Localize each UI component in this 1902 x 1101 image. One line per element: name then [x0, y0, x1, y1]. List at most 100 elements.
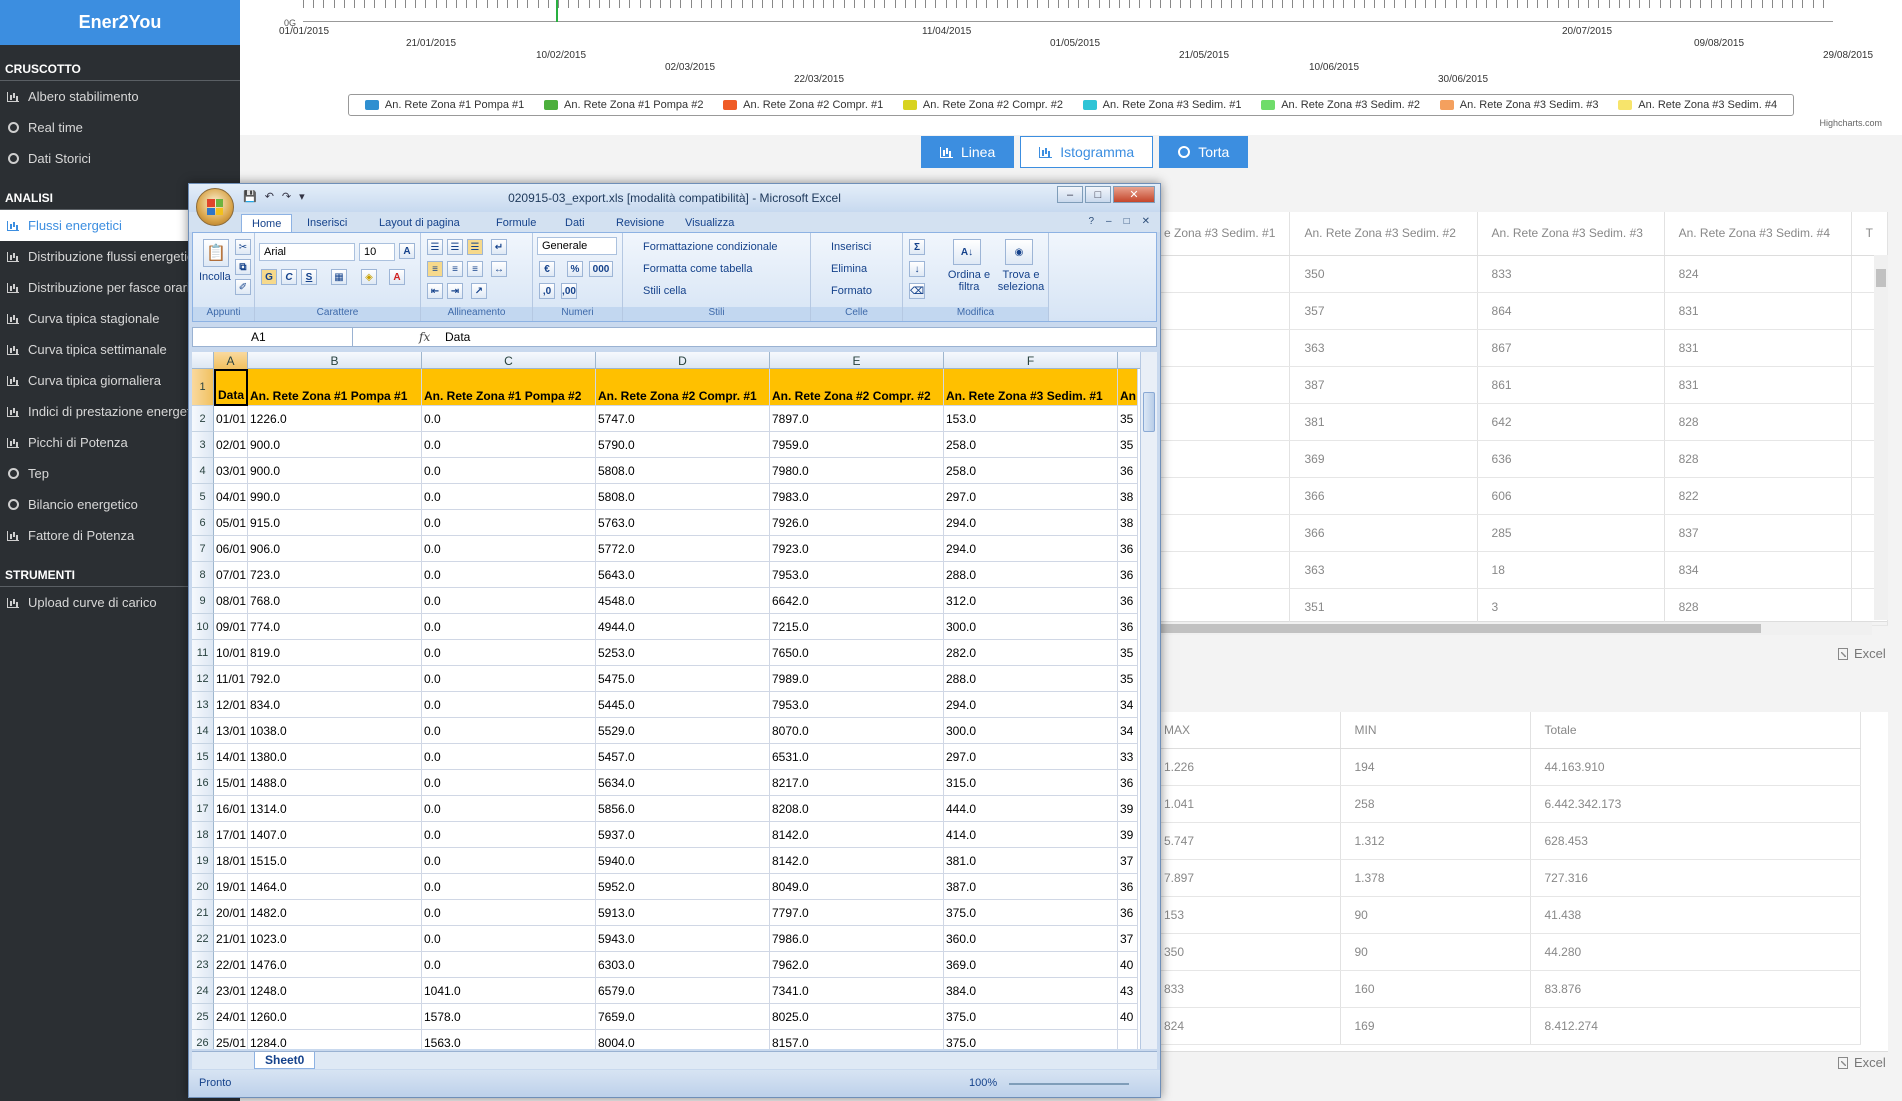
cell[interactable]: 7959.0 [770, 432, 944, 458]
cell[interactable]: 768.0 [248, 588, 422, 614]
italic-button[interactable]: C [281, 269, 297, 285]
cell[interactable]: 1226.0 [248, 406, 422, 432]
ribbon-tab[interactable]: Inserisci [307, 214, 347, 232]
ribbon-tab[interactable]: Revisione [616, 214, 664, 232]
cell[interactable]: 414.0 [944, 822, 1118, 848]
cell[interactable]: 6303.0 [596, 952, 770, 978]
cell[interactable]: 0.0 [422, 588, 596, 614]
cell[interactable]: 7650.0 [770, 640, 944, 666]
cell[interactable]: 11/01 [214, 666, 248, 692]
cell[interactable]: 10/01 [214, 640, 248, 666]
bold-button[interactable]: G [261, 269, 277, 285]
cell[interactable]: 04/01 [214, 484, 248, 510]
cell[interactable]: 40 [1118, 1004, 1138, 1030]
sidebar-item[interactable]: Albero stabilimento [0, 81, 240, 112]
scroll-thumb[interactable] [1143, 392, 1155, 432]
align-bottom-icon[interactable]: ☰ [467, 239, 483, 255]
cell[interactable]: 1488.0 [248, 770, 422, 796]
cell[interactable]: 5747.0 [596, 406, 770, 432]
row-header[interactable]: 5 [192, 484, 214, 510]
row-header[interactable]: 10 [192, 614, 214, 640]
cell[interactable]: 258.0 [944, 458, 1118, 484]
cell[interactable]: 0.0 [422, 952, 596, 978]
cell[interactable]: 0.0 [422, 692, 596, 718]
line-chart-button[interactable]: Linea [921, 136, 1015, 168]
cell[interactable]: 5457.0 [596, 744, 770, 770]
cell[interactable]: 5763.0 [596, 510, 770, 536]
decrease-decimal-icon[interactable]: ,00 [561, 283, 577, 299]
cell[interactable]: 02/01 [214, 432, 248, 458]
sheet-tab[interactable]: Sheet0 [254, 1052, 316, 1069]
legend-item[interactable]: An. Rete Zona #1 Pompa #1 [364, 99, 524, 111]
zoom-slider[interactable] [1009, 1083, 1129, 1085]
data-table-vscroll[interactable] [1874, 255, 1888, 620]
cell[interactable]: 0.0 [422, 900, 596, 926]
cell[interactable]: 384.0 [944, 978, 1118, 1004]
column-header[interactable]: An. Rete Zona #3 Sedim. #3 [1477, 212, 1665, 256]
name-box[interactable]: A1 [193, 328, 353, 346]
restore-workbook-icon[interactable]: □ [1124, 216, 1130, 227]
cell[interactable]: 312.0 [944, 588, 1118, 614]
cut-icon[interactable]: ✂ [235, 239, 251, 255]
cell[interactable]: 40 [1118, 952, 1138, 978]
cell[interactable]: 0.0 [422, 770, 596, 796]
ribbon-tab[interactable]: Layout di pagina [379, 214, 460, 232]
increase-indent-icon[interactable]: ⇥ [447, 283, 463, 299]
cell[interactable]: 153.0 [944, 406, 1118, 432]
cell[interactable]: 33 [1118, 744, 1138, 770]
thousands-icon[interactable]: 000 [589, 261, 613, 277]
cell[interactable]: 06/01 [214, 536, 248, 562]
cell[interactable]: 37 [1118, 848, 1138, 874]
font-color-icon[interactable]: A [389, 269, 405, 285]
row-header[interactable]: 22 [192, 926, 214, 952]
cell[interactable]: 0.0 [422, 718, 596, 744]
column-header[interactable]: Totale [1530, 712, 1861, 749]
cell[interactable]: 360.0 [944, 926, 1118, 952]
cell[interactable]: 34 [1118, 718, 1138, 744]
cell[interactable]: 34 [1118, 692, 1138, 718]
legend-item[interactable]: An. Rete Zona #2 Compr. #2 [902, 99, 1063, 111]
find-binoculars-icon[interactable]: ◉ [1005, 239, 1033, 265]
cell[interactable]: 375.0 [944, 900, 1118, 926]
cell[interactable]: 35 [1118, 406, 1138, 432]
row-header[interactable]: 8 [192, 562, 214, 588]
cell[interactable]: 36 [1118, 874, 1138, 900]
row-header[interactable]: 21 [192, 900, 214, 926]
legend-item[interactable]: An. Rete Zona #3 Sedim. #4 [1618, 99, 1777, 111]
zoom-level[interactable]: 100% [969, 1077, 997, 1089]
data-table-hscroll[interactable] [1157, 622, 1872, 635]
sidebar-item[interactable]: Real time [0, 112, 240, 143]
cell[interactable]: 282.0 [944, 640, 1118, 666]
cell[interactable]: 8208.0 [770, 796, 944, 822]
select-all-corner[interactable] [192, 352, 214, 369]
cell[interactable]: 7341.0 [770, 978, 944, 1004]
chart-navigator[interactable] [303, 0, 1833, 22]
cell[interactable]: 0.0 [422, 458, 596, 484]
legend-item[interactable]: An. Rete Zona #3 Sedim. #2 [1261, 99, 1420, 111]
cell[interactable]: 38 [1118, 484, 1138, 510]
cell[interactable]: 18/01 [214, 848, 248, 874]
conditional-formatting-button[interactable]: Formattazione condizionale [643, 241, 778, 253]
cell[interactable]: 8004.0 [596, 1030, 770, 1049]
cell[interactable]: 01/01 [214, 406, 248, 432]
column-header[interactable]: An. Rete Zona #3 Sedim. #4 [1664, 212, 1852, 256]
cell[interactable]: 08/01 [214, 588, 248, 614]
cell[interactable]: 1041.0 [422, 978, 596, 1004]
maximize-button[interactable]: □ [1085, 186, 1111, 203]
cell[interactable]: 0.0 [422, 614, 596, 640]
cell[interactable]: 5937.0 [596, 822, 770, 848]
cell[interactable]: 7953.0 [770, 562, 944, 588]
cell[interactable]: 39 [1118, 796, 1138, 822]
row-header[interactable]: 16 [192, 770, 214, 796]
column-header[interactable]: T [1851, 212, 1889, 256]
undo-icon[interactable]: ↶ [265, 190, 274, 203]
cell[interactable]: 5940.0 [596, 848, 770, 874]
sort-filter-icon[interactable]: A↓ [953, 239, 981, 265]
cell[interactable]: 38 [1118, 510, 1138, 536]
row-header[interactable]: 12 [192, 666, 214, 692]
cell[interactable]: 1260.0 [248, 1004, 422, 1030]
cell[interactable]: 1023.0 [248, 926, 422, 952]
row-header[interactable]: 23 [192, 952, 214, 978]
row-header[interactable]: 17 [192, 796, 214, 822]
cell[interactable]: 1038.0 [248, 718, 422, 744]
